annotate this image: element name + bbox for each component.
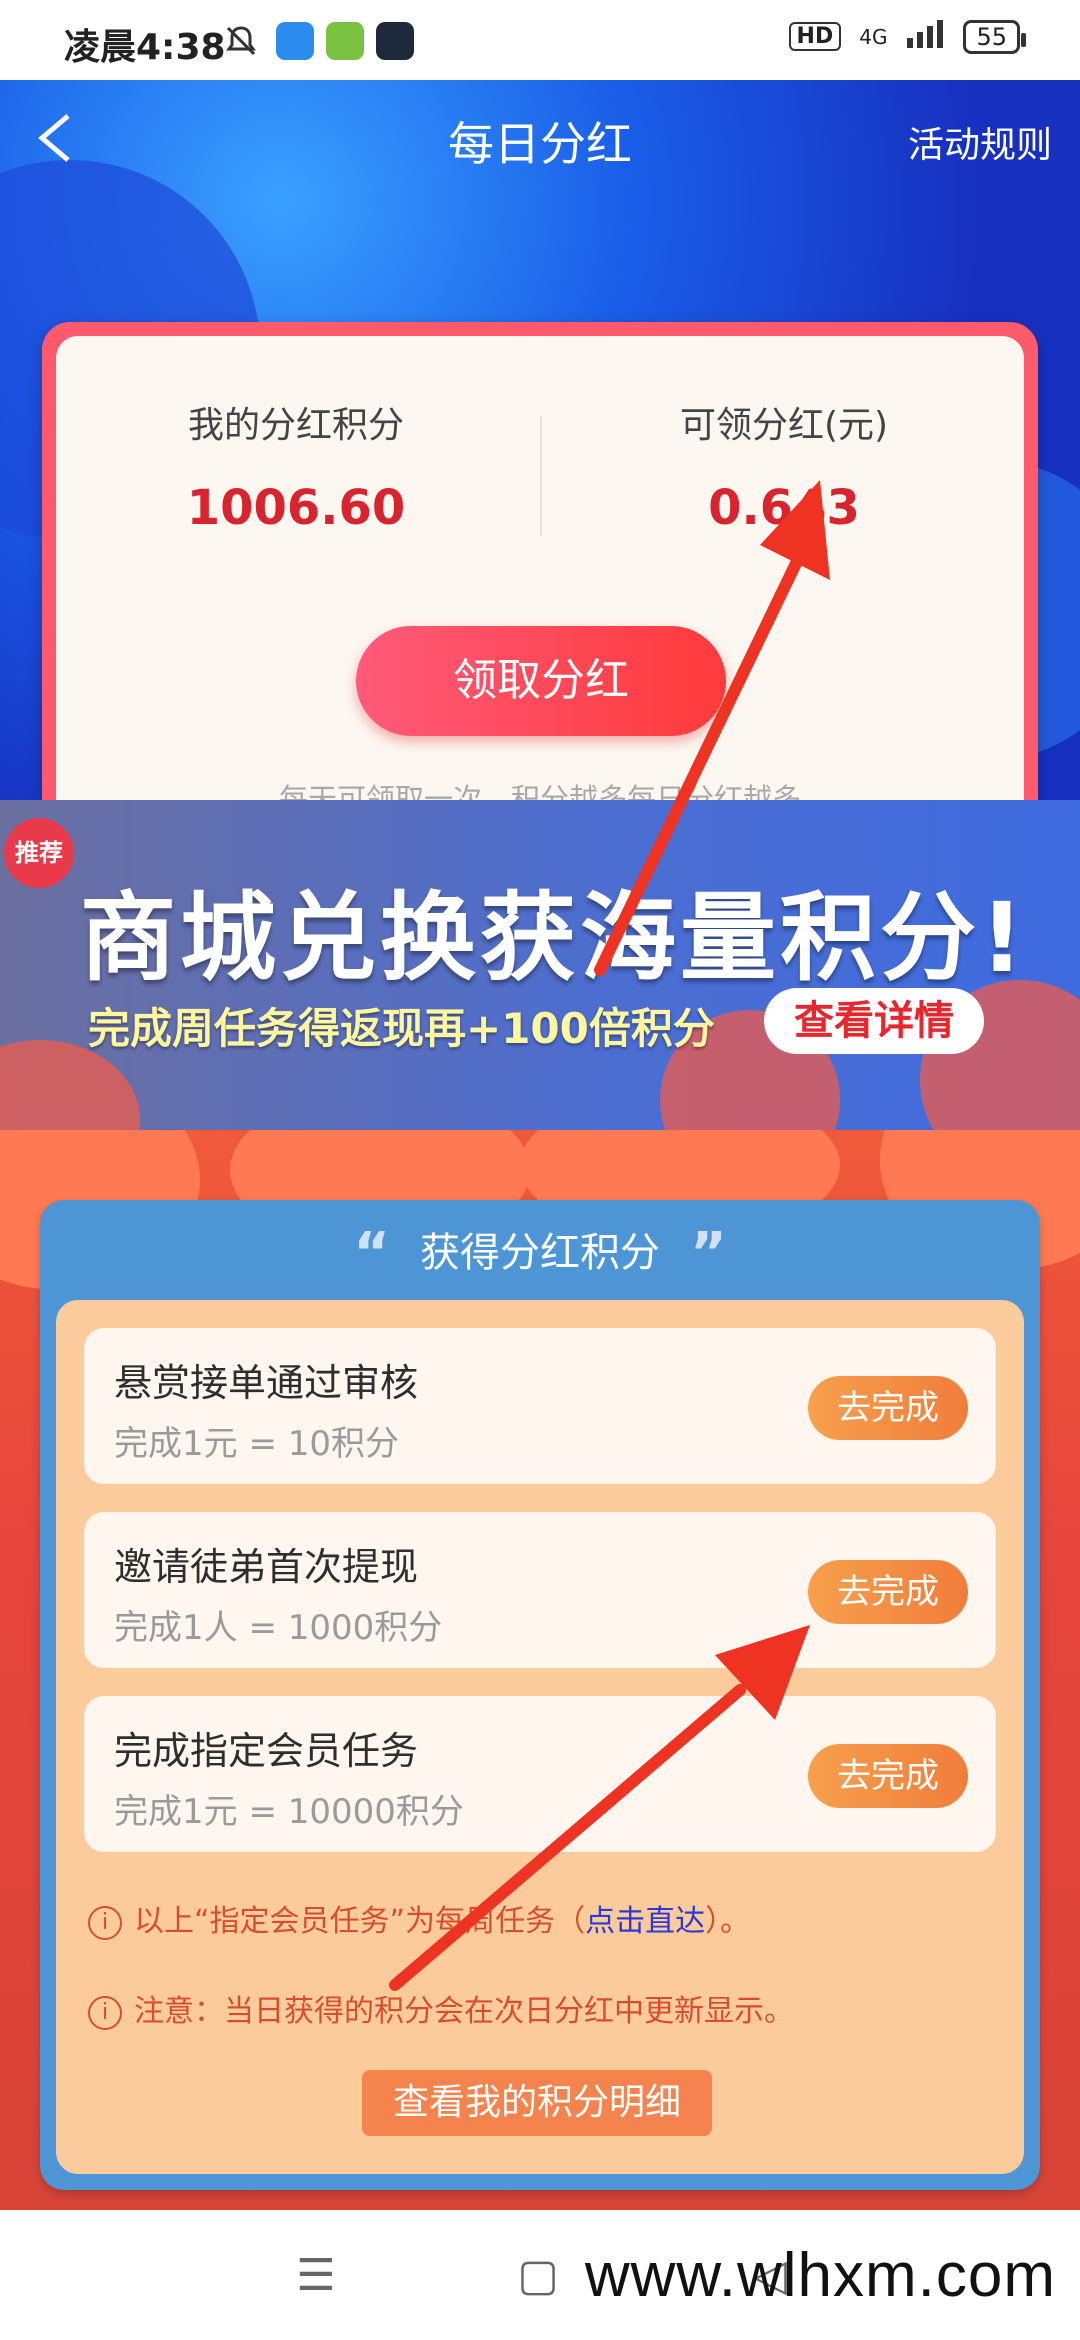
task-name: 完成指定会员任务 xyxy=(114,1729,419,1773)
panel-inner: 悬赏接单通过审核 完成1元 = 10积分 去完成 邀请徒弟首次提现 完成1人 =… xyxy=(56,1300,1024,2174)
notice-suffix: ）。 xyxy=(705,1904,751,1939)
watermark: www.wlhxm.com xyxy=(584,2241,1056,2310)
recommend-badge: 推荐 xyxy=(4,818,74,888)
info-icon: i xyxy=(88,1996,122,2030)
points-value: 1006.60 xyxy=(186,480,406,536)
task-name: 悬赏接单通过审核 xyxy=(114,1361,419,1405)
app-icon-dark xyxy=(376,22,414,60)
points-panel: “ 获得分红积分 ” 悬赏接单通过审核 完成1元 = 10积分 去完成 邀请徒弟首次… xyxy=(40,1200,1040,2190)
status-bar: 凌晨4:38 HD 4G 55 xyxy=(0,0,1080,80)
activity-rules-link[interactable]: 活动规则 xyxy=(908,116,1052,168)
notice-text: 注意：当日获得的积分会在次日分红中更新显示。 xyxy=(134,1994,794,2029)
app-icon-green xyxy=(326,22,364,60)
task-name: 邀请徒弟首次提现 xyxy=(114,1545,419,1589)
panel-title: 获得分红积分 xyxy=(420,1230,660,1276)
claimable-stat: 可领分红(元) 0.643 xyxy=(544,396,1024,536)
home-icon[interactable]: ▢ xyxy=(508,2250,568,2301)
network-label: 4G xyxy=(859,24,888,49)
card-note: 每天可领取一次，积分越多每日分红越多 xyxy=(278,782,801,800)
task-item: 完成指定会员任务 完成1元 = 10000积分 去完成 xyxy=(84,1696,996,1852)
dividend-card: 我的分红积分 1006.60 可领分红(元) 0.643 领取分红 每天可领取一… xyxy=(42,322,1038,800)
info-icon: i xyxy=(88,1906,122,1940)
battery-icon: 55 xyxy=(963,19,1026,54)
promo-banner[interactable]: 推荐 商城兑换获海量积分! 完成周任务得返现再+100倍积分 查看详情 xyxy=(0,800,1080,1130)
task-item: 悬赏接单通过审核 完成1元 = 10积分 去完成 xyxy=(84,1328,996,1484)
task-go-button[interactable]: 去完成 xyxy=(808,1744,968,1808)
dividend-card-inner: 我的分红积分 1006.60 可领分红(元) 0.643 领取分红 每天可领取一… xyxy=(56,336,1024,800)
header: 每日分红 活动规则 我的分红积分 1006.60 可领分红(元) 0.643 领… xyxy=(0,80,1080,800)
task-desc: 完成1元 = 10000积分 xyxy=(114,1792,464,1832)
points-detail-button[interactable]: 查看我的积分明细 xyxy=(362,2070,712,2136)
points-label: 我的分红积分 xyxy=(187,405,404,446)
message-app-icon xyxy=(276,22,314,60)
notice-prefix: 以上“指定会员任务”为每周任务（ xyxy=(134,1904,586,1939)
task-go-button[interactable]: 去完成 xyxy=(808,1376,968,1440)
claim-dividend-button[interactable]: 领取分红 xyxy=(356,626,726,736)
signal-icon xyxy=(905,18,945,55)
banner-headline: 商城兑换获海量积分! xyxy=(80,882,1028,994)
points-stat: 我的分红积分 1006.60 xyxy=(56,396,536,536)
status-time: 凌晨4:38 xyxy=(64,27,226,68)
view-details-button[interactable]: 查看详情 xyxy=(764,988,984,1054)
bell-muted-icon xyxy=(222,22,260,60)
quote-open-icon: “ xyxy=(353,1221,390,1286)
quote-close-icon: ” xyxy=(690,1221,727,1286)
update-notice: i 注意：当日获得的积分会在次日分红中更新显示。 xyxy=(88,1986,794,2030)
task-go-button[interactable]: 去完成 xyxy=(808,1560,968,1624)
hd-badge: HD xyxy=(788,22,842,51)
task-desc: 完成1人 = 1000积分 xyxy=(114,1608,443,1648)
weekly-task-notice: i 以上“指定会员任务”为每周任务（点击直达）。 xyxy=(88,1896,750,1940)
status-indicators: HD 4G 55 xyxy=(788,18,1026,55)
stat-divider xyxy=(540,416,542,536)
task-desc: 完成1元 = 10积分 xyxy=(114,1424,399,1464)
panel-title-row: “ 获得分红积分 ” xyxy=(40,1220,1040,1286)
task-item: 邀请徒弟首次提现 完成1人 = 1000积分 去完成 xyxy=(84,1512,996,1668)
claimable-value: 0.643 xyxy=(708,480,860,536)
direct-link[interactable]: 点击直达 xyxy=(585,1904,705,1939)
menu-icon[interactable]: ☰ xyxy=(286,2250,346,2301)
claimable-label: 可领分红(元) xyxy=(679,405,889,446)
banner-subline: 完成周任务得返现再+100倍积分 xyxy=(88,1004,715,1053)
